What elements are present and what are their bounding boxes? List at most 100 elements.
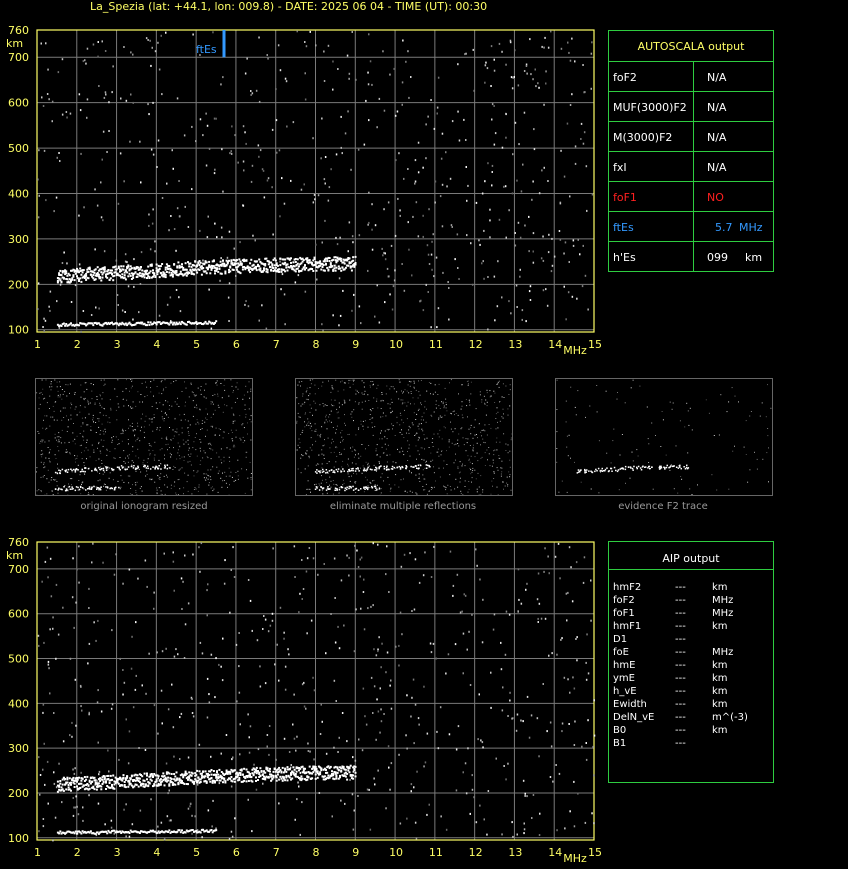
noise-dot xyxy=(390,707,393,710)
noise-dot xyxy=(556,829,558,832)
thumb-noise xyxy=(81,458,83,460)
autoscala-value: N/A xyxy=(707,101,727,114)
thumb-noise xyxy=(179,488,181,490)
thumb-noise xyxy=(443,467,444,469)
noise-dot xyxy=(432,233,434,236)
noise-dot xyxy=(477,738,479,741)
noise-dot xyxy=(37,282,40,285)
noise-dot xyxy=(547,251,550,254)
thumb-noise xyxy=(125,430,127,431)
thumb-noise xyxy=(430,489,432,490)
thumb-noise xyxy=(375,450,377,452)
thumb-noise xyxy=(161,416,163,418)
thumb-noise xyxy=(449,382,450,384)
noise-dot xyxy=(384,258,387,261)
thumb-noise xyxy=(122,430,124,432)
thumb-noise xyxy=(353,456,355,458)
trace-point xyxy=(333,778,336,781)
trace-point xyxy=(272,770,275,773)
y-tick-label: 400 xyxy=(8,697,29,710)
thumb-noise xyxy=(132,407,134,409)
autoscala-value: N/A xyxy=(707,161,727,174)
thumb-noise xyxy=(38,397,40,399)
noise-dot xyxy=(135,621,137,624)
noise-dot xyxy=(247,305,250,308)
noise-dot xyxy=(221,236,223,239)
trace-point xyxy=(198,269,201,271)
thumb-noise xyxy=(237,478,239,480)
noise-dot xyxy=(309,750,311,753)
thumb-noise xyxy=(408,470,410,472)
thumb-noise xyxy=(187,431,189,433)
noise-dot xyxy=(71,721,73,724)
noise-dot xyxy=(567,291,570,294)
thumb-noise xyxy=(183,456,185,458)
trace-point xyxy=(183,783,186,785)
noise-dot xyxy=(56,156,58,159)
thumb-noise xyxy=(401,419,403,421)
thumb-noise xyxy=(109,422,111,424)
thumb-noise xyxy=(192,400,194,402)
noise-dot xyxy=(390,244,393,247)
noise-dot xyxy=(540,257,543,260)
thumb-noise xyxy=(46,427,48,429)
noise-dot xyxy=(39,774,42,776)
trace-point xyxy=(71,278,74,281)
thumb-noise xyxy=(372,408,374,409)
noise-dot xyxy=(192,33,194,36)
thumb-noise xyxy=(493,454,495,456)
noise-dot xyxy=(491,171,493,173)
thumb-noise xyxy=(187,439,189,441)
noise-dot xyxy=(422,574,425,577)
noise-dot xyxy=(377,710,380,713)
thumb-noise xyxy=(461,401,463,403)
thumb-noise xyxy=(439,429,441,431)
trace-point xyxy=(241,773,244,776)
thumb-noise xyxy=(250,439,252,441)
noise-dot xyxy=(59,160,61,162)
thumb-noise xyxy=(82,481,84,483)
noise-dot xyxy=(540,617,543,620)
thumb-noise xyxy=(197,387,199,389)
thumb-noise xyxy=(74,458,76,460)
noise-dot xyxy=(482,746,484,749)
thumb-noise xyxy=(228,456,230,458)
thumb-noise xyxy=(338,417,340,419)
thumb-noise xyxy=(296,422,298,424)
noise-dot xyxy=(301,559,303,561)
trace-point xyxy=(244,777,247,780)
noise-dot xyxy=(207,809,210,812)
thumb-noise xyxy=(128,427,129,429)
noise-dot xyxy=(379,731,381,734)
thumb-noise xyxy=(208,475,210,477)
trace-point xyxy=(241,268,244,271)
thumb-noise xyxy=(85,382,87,384)
noise-dot xyxy=(82,806,84,809)
thumb-noise xyxy=(189,424,191,426)
thumb-noise xyxy=(164,484,166,486)
thumb-noise xyxy=(489,390,491,392)
noise-dot xyxy=(191,188,193,191)
trace-point xyxy=(315,768,318,770)
noise-dot xyxy=(340,579,343,582)
noise-dot xyxy=(546,730,548,733)
noise-dot xyxy=(529,38,531,41)
thumb-noise xyxy=(55,479,57,481)
noise-dot xyxy=(341,712,344,714)
trace-point xyxy=(108,782,111,784)
noise-dot xyxy=(493,613,496,616)
trace-point xyxy=(306,778,309,781)
noise-dot xyxy=(94,188,96,191)
noise-dot xyxy=(189,805,191,808)
thumb-noise xyxy=(339,454,341,455)
thumb-trace-point xyxy=(156,466,158,468)
thumb-noise xyxy=(417,409,419,411)
trace-point xyxy=(87,270,90,273)
trace-point xyxy=(243,779,246,782)
thumb-noise xyxy=(469,401,470,403)
thumb-noise xyxy=(110,407,112,409)
noise-dot xyxy=(97,689,99,692)
thumb-noise xyxy=(421,416,423,418)
thumb-noise xyxy=(242,436,244,438)
trace-point xyxy=(146,774,148,777)
